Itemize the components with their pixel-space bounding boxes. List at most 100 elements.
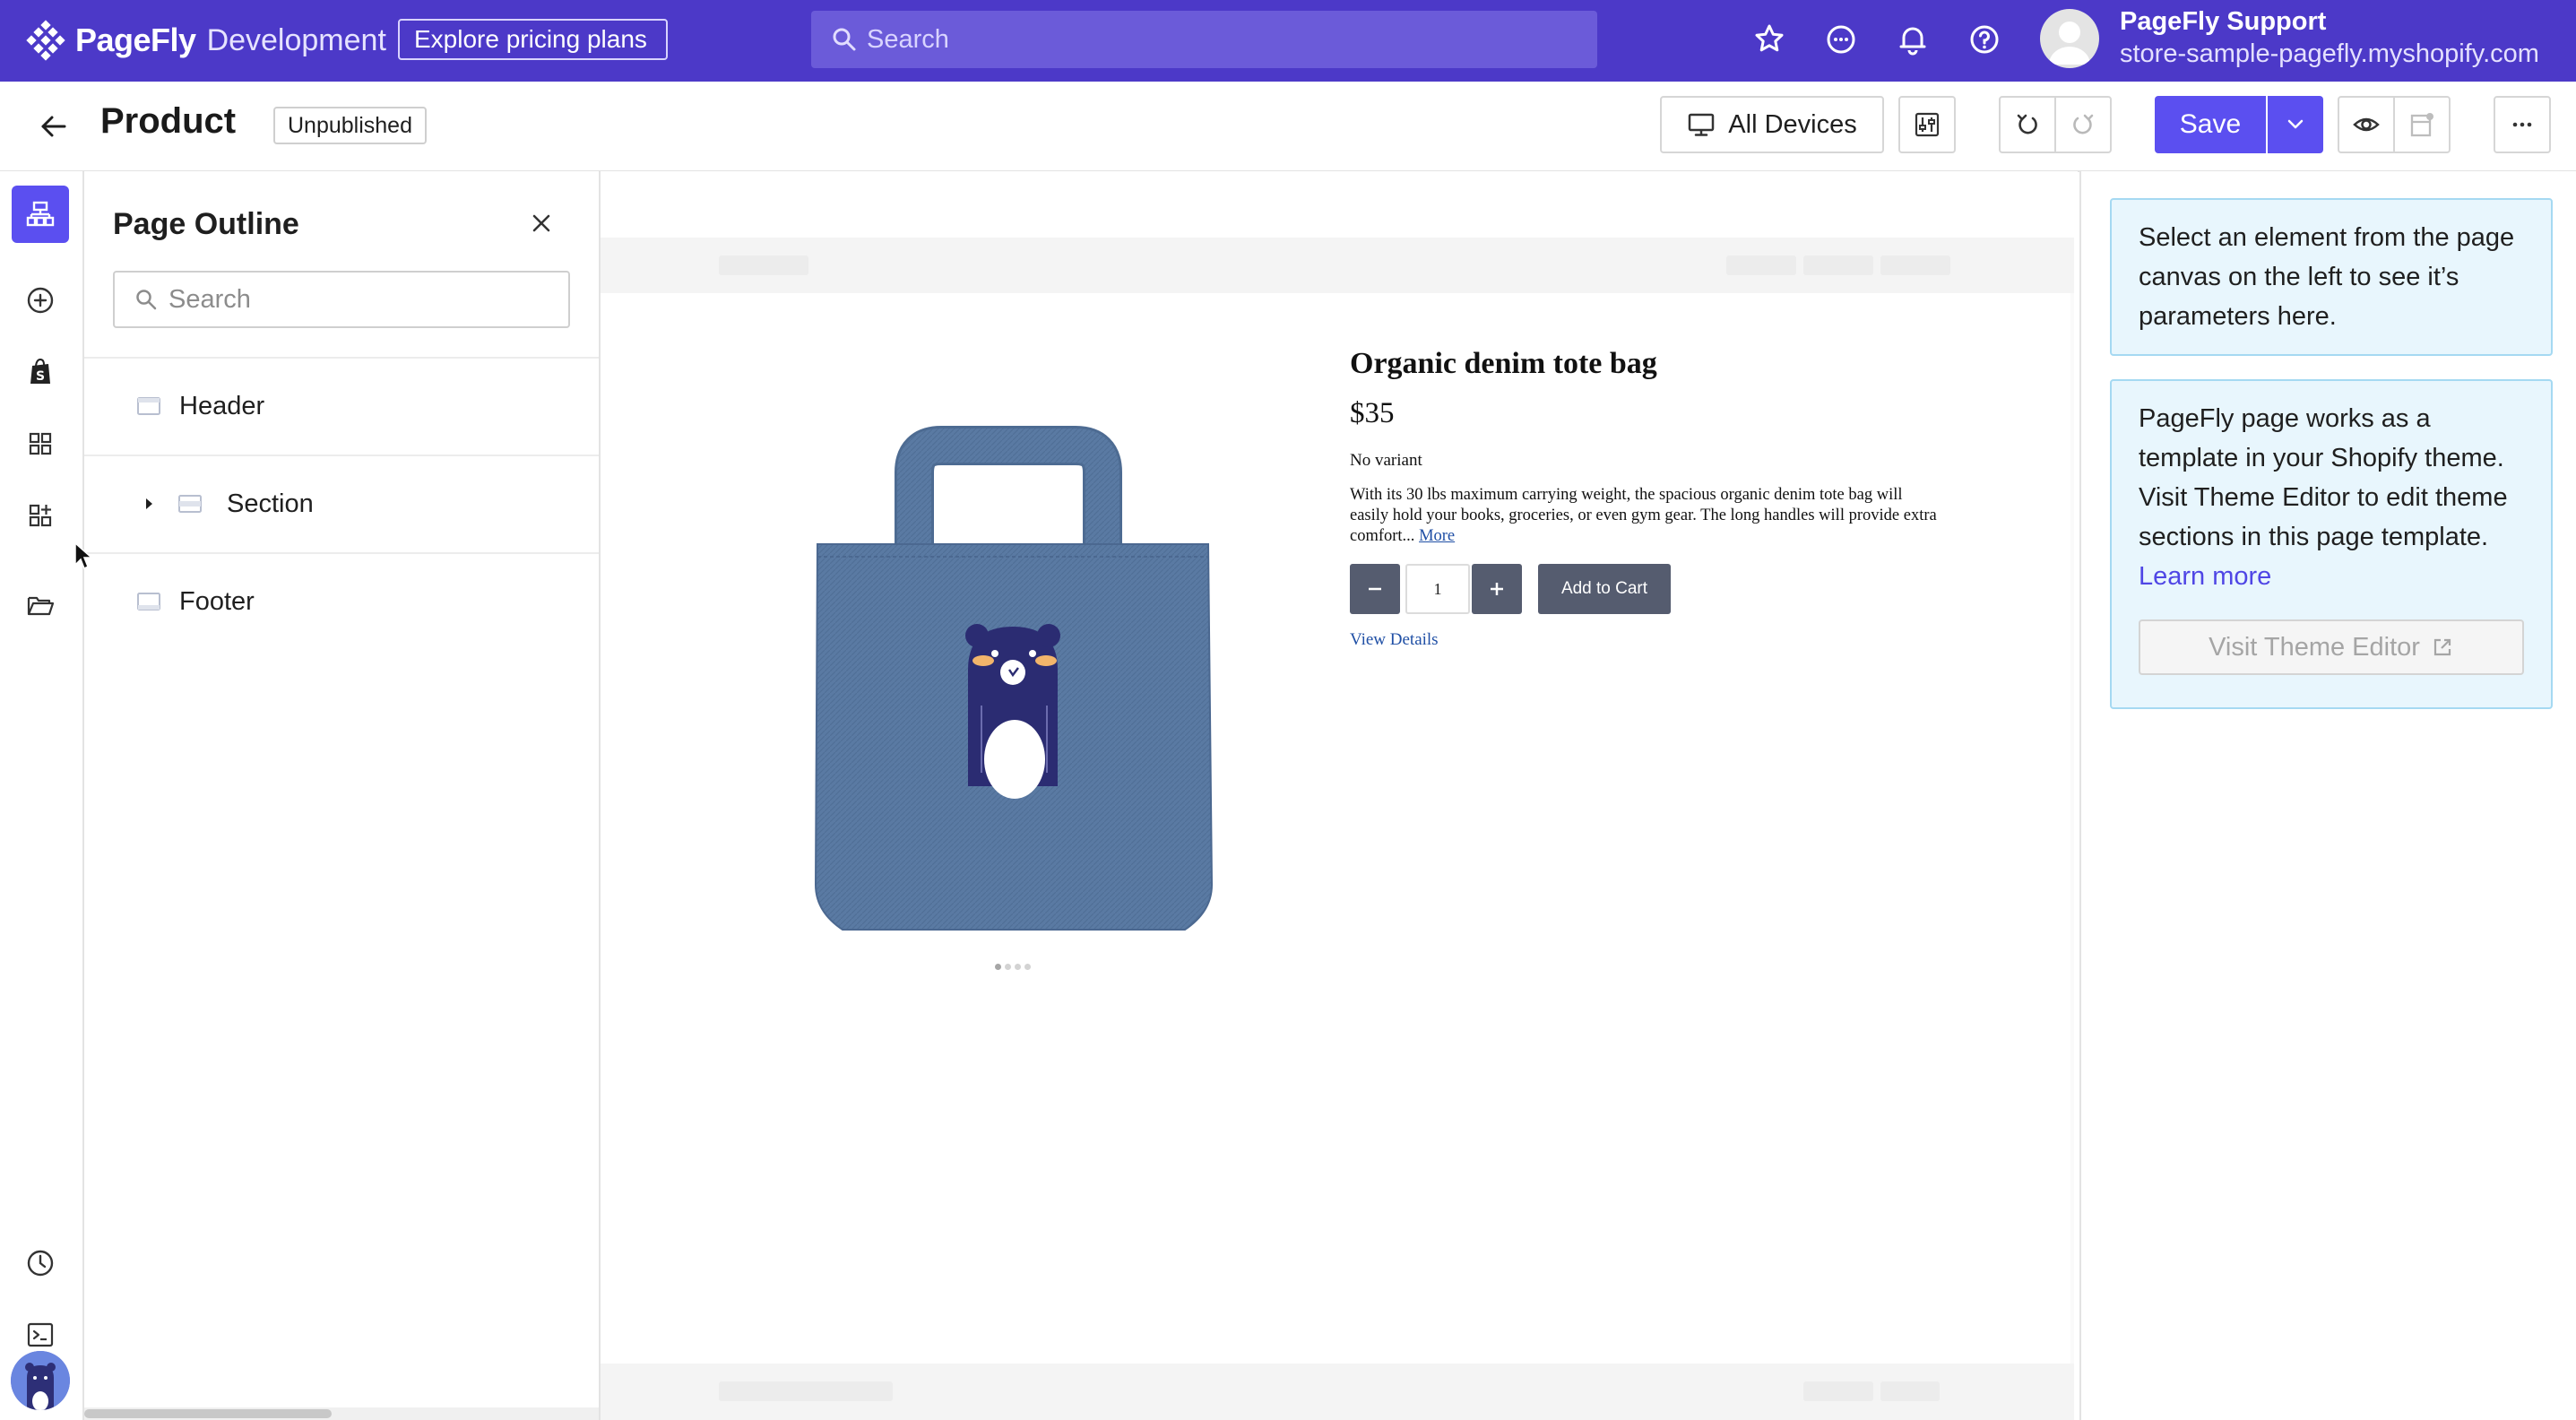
section-block-icon (178, 495, 202, 513)
product-image[interactable] (798, 365, 1228, 939)
header-block-icon (137, 397, 160, 415)
outline-horizontal-scrollbar[interactable] (84, 1407, 599, 1420)
carousel-dot[interactable] (1024, 964, 1031, 970)
pagefly-logo-icon (26, 20, 65, 61)
brand-environment: Development (206, 22, 386, 57)
search-icon (136, 290, 157, 310)
editor-toolbar: Product Unpublished All Devices Save (0, 82, 2576, 172)
visit-theme-editor-label: Visit Theme Editor (2209, 633, 2420, 662)
sliders-icon (1915, 112, 1940, 137)
global-search-input[interactable]: Search (811, 11, 1597, 68)
preview-controls (2338, 96, 2451, 153)
user-avatar[interactable] (2040, 9, 2099, 68)
history-controls (1999, 96, 2112, 153)
page-canvas: Organic denim tote bag $35 No variant Wi… (601, 171, 2078, 1420)
redo-icon (2073, 114, 2094, 134)
undo-button[interactable] (2001, 98, 2056, 152)
status-badge: Unpublished (273, 107, 427, 144)
rail-sections[interactable] (12, 415, 69, 472)
explore-pricing-button[interactable]: Explore pricing plans (398, 19, 668, 60)
star-icon[interactable] (1751, 22, 1787, 57)
add-to-cart-button[interactable]: Add to Cart (1538, 564, 1671, 614)
grid-icon (29, 432, 52, 455)
user-name[interactable]: PageFly Support (2120, 7, 2326, 37)
image-carousel-dots[interactable] (995, 964, 1031, 970)
carousel-dot[interactable] (1015, 964, 1021, 970)
minus-icon (1369, 587, 1381, 591)
footer-block-icon (137, 593, 160, 610)
placeholder-bar (1880, 1381, 1940, 1401)
close-icon[interactable] (527, 209, 556, 238)
product-section[interactable]: Organic denim tote bag $35 No variant Wi… (601, 293, 2070, 1364)
more-link[interactable]: More (1419, 527, 1455, 545)
search-icon (833, 28, 856, 51)
placeholder-bar (1803, 255, 1873, 275)
caret-right-icon[interactable] (142, 497, 156, 511)
layout-icon (2410, 113, 2433, 137)
left-tool-rail: S (0, 171, 84, 1420)
carousel-dot[interactable] (995, 964, 1001, 970)
desktop-icon (1689, 113, 1715, 136)
redo-button[interactable] (2056, 98, 2110, 152)
save-button-group: Save (2155, 96, 2323, 153)
page-outline-panel: Page Outline Header Section Footer (84, 171, 601, 1420)
view-details-link[interactable]: View Details (1350, 630, 1439, 650)
sitemap-icon (26, 201, 55, 227)
chat-icon[interactable] (1823, 22, 1859, 57)
page-settings-button[interactable] (1898, 96, 1956, 153)
user-store-domain[interactable]: store-sample-pagefly.myshopify.com (2120, 39, 2539, 69)
rail-apps[interactable] (12, 487, 69, 544)
rail-shopify[interactable]: S (12, 343, 69, 401)
product-price[interactable]: $35 (1350, 397, 1395, 430)
preview-button[interactable] (2339, 98, 2395, 152)
placeholder-bar (1803, 1381, 1873, 1401)
rail-assets[interactable] (12, 576, 69, 634)
outline-search-input[interactable] (167, 283, 547, 316)
eye-icon (2353, 117, 2380, 132)
bell-icon[interactable] (1895, 22, 1931, 57)
store-header-placeholder[interactable] (601, 238, 2074, 293)
store-footer-placeholder[interactable] (601, 1364, 2074, 1420)
outline-title: Page Outline (113, 207, 299, 241)
help-icon[interactable] (1967, 22, 2002, 57)
device-selector-button[interactable]: All Devices (1660, 96, 1884, 153)
more-horizontal-icon (2512, 122, 2532, 127)
rail-history[interactable] (12, 1234, 69, 1292)
save-options-button[interactable] (2268, 96, 2323, 153)
placeholder-bar (719, 1381, 893, 1401)
shopify-bag-icon: S (30, 358, 50, 384)
product-title[interactable]: Organic denim tote bag (1350, 347, 1657, 381)
mouse-cursor-icon (74, 541, 93, 570)
properties-panel: Select an element from the page canvas o… (2079, 171, 2576, 1420)
quantity-decrease-button[interactable] (1350, 564, 1400, 614)
publish-settings-button[interactable] (2395, 98, 2449, 152)
learn-more-link[interactable]: Learn more (2139, 562, 2271, 591)
product-description[interactable]: With its 30 lbs maximum carrying weight,… (1350, 485, 1941, 547)
product-variant[interactable]: No variant (1350, 451, 1422, 471)
outline-item-header[interactable]: Header (84, 358, 599, 455)
plus-icon (1491, 583, 1503, 595)
rail-add-element[interactable] (12, 272, 69, 329)
back-arrow-icon[interactable] (36, 108, 72, 144)
visit-theme-editor-button[interactable]: Visit Theme Editor (2139, 619, 2524, 675)
outline-item-label: Footer (179, 586, 255, 616)
rail-page-outline[interactable] (12, 186, 69, 243)
outline-search-field (113, 271, 570, 328)
more-options-button[interactable] (2494, 96, 2551, 153)
mascot-avatar[interactable] (11, 1351, 70, 1410)
quantity-increase-button[interactable] (1472, 564, 1522, 614)
page-title: Product (100, 101, 237, 141)
brand[interactable]: PageFly Development (25, 18, 386, 63)
scrollbar-thumb[interactable] (84, 1409, 332, 1418)
outline-item-section[interactable]: Section (84, 455, 599, 552)
outline-item-footer[interactable]: Footer (84, 553, 599, 650)
theme-info-box: PageFly page works as a template in your… (2110, 379, 2553, 709)
save-button[interactable]: Save (2155, 96, 2266, 153)
carousel-dot[interactable] (1005, 964, 1011, 970)
add-apps-icon (29, 504, 52, 527)
folder-open-icon (27, 596, 55, 616)
outline-item-label: Section (227, 489, 314, 518)
top-navigation-bar: PageFly Development Explore pricing plan… (0, 0, 2576, 82)
brand-name: PageFly (75, 22, 196, 58)
quantity-input[interactable]: 1 (1405, 564, 1470, 614)
